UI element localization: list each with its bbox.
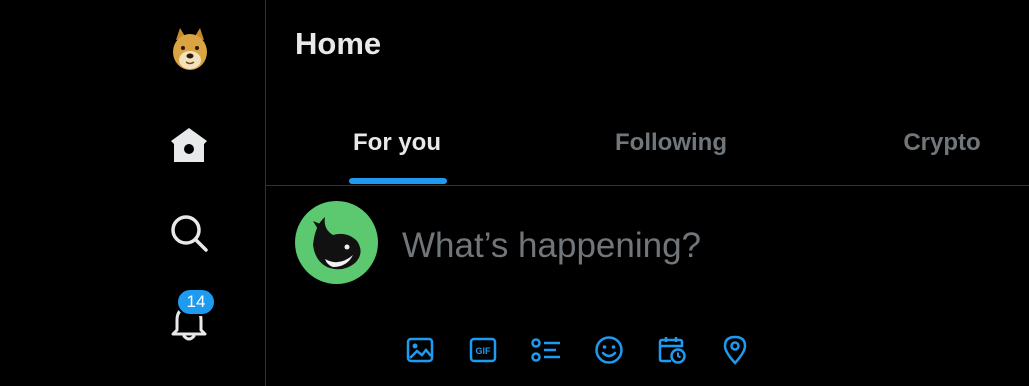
- whale-avatar-icon[interactable]: [295, 201, 378, 284]
- image-icon[interactable]: [404, 334, 436, 366]
- tab-following[interactable]: Following: [606, 100, 736, 185]
- main-column: Home For you Following Crypto What’s hap…: [266, 0, 1029, 386]
- gif-icon[interactable]: GIF: [467, 334, 499, 366]
- timeline-tabs: For you Following Crypto: [266, 100, 1029, 186]
- search-icon: [171, 215, 208, 252]
- page-title: Home: [295, 26, 382, 61]
- doge-avatar-icon[interactable]: [170, 26, 210, 72]
- notification-badge: 14: [176, 288, 216, 316]
- compose-input[interactable]: What’s happening?: [402, 226, 701, 266]
- app-window: 14 Home For you Following Crypto What’s …: [0, 0, 1029, 386]
- poll-icon[interactable]: [530, 334, 562, 366]
- tab-for-you[interactable]: For you: [346, 100, 448, 185]
- tab-crypto[interactable]: Crypto: [892, 100, 992, 185]
- svg-text:GIF: GIF: [476, 346, 492, 356]
- sidebar: 14: [0, 0, 266, 386]
- location-icon[interactable]: [719, 334, 751, 366]
- emoji-icon[interactable]: [593, 334, 625, 366]
- sidebar-item-home[interactable]: [168, 124, 210, 166]
- active-tab-indicator: [349, 178, 447, 184]
- schedule-icon[interactable]: [656, 334, 688, 366]
- home-icon: [171, 128, 207, 162]
- sidebar-item-search[interactable]: [168, 212, 210, 254]
